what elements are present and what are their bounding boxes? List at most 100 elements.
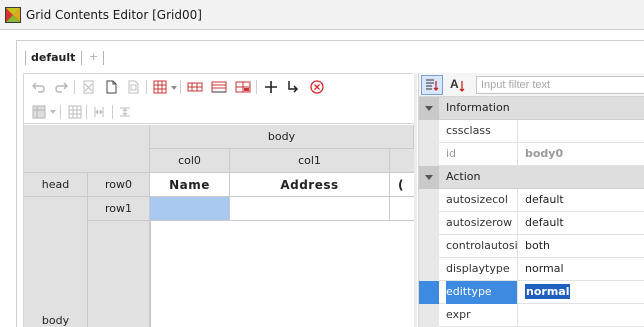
fit-rows-icon[interactable]	[116, 103, 134, 121]
category-information[interactable]: Information	[419, 97, 644, 120]
property-row-controlautosizingtype[interactable]: controlautosizingtype both	[419, 235, 644, 258]
add-tab-button[interactable]: +	[89, 50, 98, 63]
band-label: head	[41, 178, 70, 191]
property-name: expr	[446, 304, 518, 327]
row-gutter	[419, 212, 439, 235]
band-header-body-rows[interactable]: body	[24, 197, 88, 327]
property-value: body0	[525, 147, 564, 160]
undo-icon[interactable]	[30, 78, 48, 96]
grid-format-icon[interactable]	[152, 78, 170, 96]
pane-splitter[interactable]	[414, 73, 417, 327]
property-row-displaytype[interactable]: displaytype normal	[419, 258, 644, 281]
merge-cells-icon[interactable]	[234, 78, 252, 96]
column-header-col1[interactable]: col1	[230, 149, 390, 173]
band-header-head[interactable]: head	[24, 173, 88, 197]
toolbar-divider	[146, 80, 147, 94]
row-header-row1[interactable]: row1	[88, 197, 150, 221]
delete-icon[interactable]	[308, 78, 326, 96]
cell-truncated[interactable]: (	[390, 173, 414, 197]
paste-icon[interactable]	[124, 78, 142, 96]
row-header-empty	[88, 221, 150, 327]
collapse-icon[interactable]	[425, 106, 433, 111]
cell-name[interactable]: Name	[150, 173, 230, 197]
layout-icon[interactable]	[30, 103, 48, 121]
property-row-cssclass[interactable]: cssclass	[419, 120, 644, 143]
alphabetical-sort-icon[interactable]: A	[447, 75, 469, 95]
property-row-autosizecol[interactable]: autosizecol default	[419, 189, 644, 212]
property-row-edittype[interactable]: edittype normal	[419, 281, 644, 304]
categorized-sort-icon[interactable]	[421, 75, 443, 95]
chevron-down-icon[interactable]	[171, 86, 177, 90]
collapse-icon[interactable]	[425, 175, 433, 180]
cell-text: Name	[169, 177, 210, 192]
arrow-right-turn-icon[interactable]	[284, 78, 302, 96]
row-gutter	[419, 258, 439, 281]
chevron-down-icon[interactable]	[50, 110, 56, 114]
property-filter-input[interactable]	[476, 76, 644, 94]
category-label: Information	[446, 101, 510, 114]
add-column-icon[interactable]	[186, 78, 204, 96]
toolbar-divider	[74, 80, 75, 94]
empty-area	[150, 221, 414, 327]
property-name: displaytype	[446, 258, 518, 281]
band-label: body	[41, 314, 70, 327]
row-gutter	[419, 120, 439, 143]
grid-layout: body col0 col1 head row0 Name Address ( …	[24, 125, 414, 327]
category-label: Action	[446, 170, 481, 183]
row-gutter	[419, 143, 439, 166]
tab-divider	[103, 51, 104, 65]
property-value[interactable]: default	[525, 189, 644, 212]
column-header-col0[interactable]: col0	[150, 149, 230, 173]
cell-text-clipped: (	[398, 177, 404, 192]
svg-text:A: A	[450, 77, 459, 91]
designer-toolbar-top	[24, 74, 414, 100]
tab-divider	[25, 51, 26, 65]
toolbar-divider	[180, 80, 181, 94]
band-header-body[interactable]: body	[150, 125, 414, 149]
designer-toolbar-bottom	[24, 100, 414, 124]
body-cell[interactable]	[390, 197, 414, 221]
property-name: controlautosizingtype	[446, 235, 518, 258]
body-cell[interactable]	[230, 197, 390, 221]
property-name: edittype	[446, 281, 518, 304]
row-gutter	[419, 166, 439, 189]
column-label: col1	[298, 154, 321, 167]
plus-icon[interactable]	[262, 78, 280, 96]
property-value[interactable]: default	[525, 212, 644, 235]
property-value-field[interactable]: normal	[525, 281, 644, 304]
property-value[interactable]	[525, 304, 644, 327]
property-row-autosizerow[interactable]: autosizerow default	[419, 212, 644, 235]
property-value[interactable]: normal	[525, 258, 644, 281]
cell-address[interactable]: Address	[230, 173, 390, 197]
add-row-icon[interactable]	[210, 78, 228, 96]
property-toolbar: A	[419, 73, 644, 97]
row-header-row0[interactable]: row0	[88, 173, 150, 197]
row-gutter	[419, 281, 439, 304]
row-gutter	[419, 97, 439, 120]
property-row-id[interactable]: id body0	[419, 143, 644, 166]
property-name: autosizecol	[446, 189, 518, 212]
property-row-expr[interactable]: expr	[419, 304, 644, 327]
row-label: row1	[104, 202, 132, 215]
tab-default[interactable]: default	[31, 51, 75, 64]
fit-columns-icon[interactable]	[90, 103, 108, 121]
cell-text: Address	[280, 177, 339, 192]
table-icon[interactable]	[66, 103, 84, 121]
property-name: cssclass	[446, 120, 518, 143]
category-action[interactable]: Action	[419, 166, 644, 189]
row-label: row0	[104, 178, 132, 191]
property-value[interactable]: both	[525, 235, 644, 258]
toolbar-divider	[60, 105, 61, 119]
column-header-col2[interactable]	[390, 149, 414, 173]
tab-strip: default +	[17, 41, 644, 73]
band-label: body	[267, 130, 296, 143]
grid-corner	[24, 125, 150, 173]
redo-icon[interactable]	[52, 78, 70, 96]
selected-cell[interactable]	[150, 197, 230, 221]
copy-icon[interactable]	[102, 78, 120, 96]
cut-icon[interactable]	[80, 78, 98, 96]
grid-designer-pane: body col0 col1 head row0 Name Address ( …	[23, 73, 414, 327]
editor-content: default + body col0 col1 head row0 Name …	[16, 40, 644, 327]
window-title: Grid Contents Editor [Grid00]	[26, 8, 202, 22]
property-value[interactable]	[525, 120, 644, 143]
